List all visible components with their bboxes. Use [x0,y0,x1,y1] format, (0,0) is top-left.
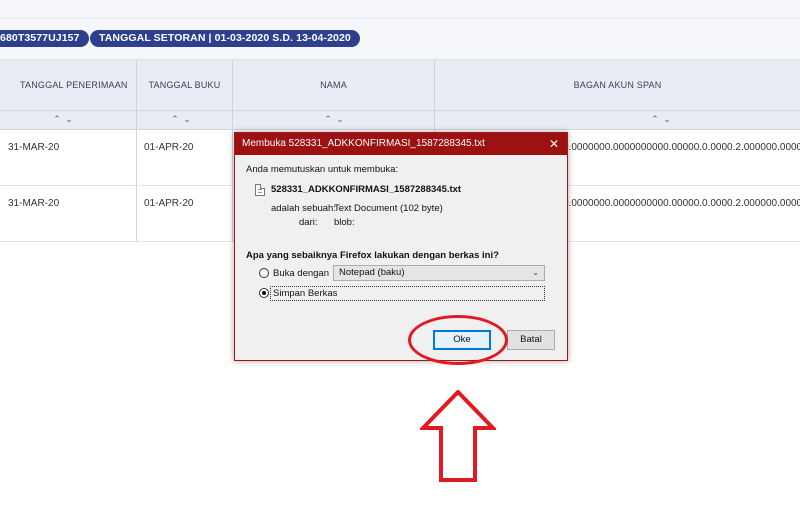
file-source-label: dari: [299,217,318,228]
file-type-value: Text Document (102 byte) [334,203,443,214]
cell-bagan-akun: 0.0000000.0000000000.00000.0.0000.2.0000… [563,198,800,209]
radio-save-file[interactable] [259,288,269,298]
radio-open-with[interactable] [259,268,269,278]
open-with-value: Notepad (baku) [339,267,405,278]
close-icon[interactable]: ✕ [541,133,567,155]
cell-tanggal-penerimaan: 31-MAR-20 [8,198,60,209]
column-header-bagan-akun-span[interactable]: BAGAN AKUN SPAN [435,60,800,111]
highlight-circle [408,315,508,365]
filter-chip-date-range[interactable]: TANGGAL SETORAN | 01-03-2020 S.D. 13-04-… [90,30,360,47]
sort-descending-icon[interactable]: ⌄ [661,114,673,125]
sort-ascending-icon[interactable]: ⌃ [649,114,661,125]
cancel-button[interactable]: Batal [507,330,555,350]
cell-tanggal-buku: 01-APR-20 [144,142,194,153]
sort-descending-icon[interactable]: ⌄ [181,114,193,125]
sort-descending-icon[interactable]: ⌄ [334,114,346,125]
file-source-value: blob: [334,217,355,228]
cell-tanggal-buku: 01-APR-20 [144,198,194,209]
file-name: 528331_ADKKONFIRMASI_1587288345.txt [271,184,462,195]
filter-chip-id[interactable]: 680T3577UJ157 [0,30,89,47]
column-header-tanggal-penerimaan[interactable]: TANGGAL PENERIMAAN [0,60,136,111]
dialog-question: Apa yang sebaiknya Firefox lakukan denga… [246,250,499,261]
download-dialog: Membuka 528331_ADKKONFIRMASI_1587288345.… [234,132,568,361]
cell-bagan-akun: 0.0000000.0000000000.00000.0.0000.2.0000… [563,142,800,153]
chevron-down-icon: ⌄ [532,268,539,277]
dialog-title: Membuka 528331_ADKKONFIRMASI_1587288345.… [235,133,567,155]
save-file-label[interactable]: Simpan Berkas [273,288,337,299]
column-header-nama[interactable]: NAMA [233,60,434,111]
up-arrow-icon [420,390,496,482]
cell-tanggal-penerimaan: 31-MAR-20 [8,142,60,153]
text-file-icon [255,184,265,196]
open-with-select[interactable]: Notepad (baku) ⌄ [333,265,545,281]
table-header: TANGGAL PENERIMAAN TANGGAL BUKU NAMA BAG… [0,60,800,111]
sort-ascending-icon[interactable]: ⌃ [51,114,63,125]
sort-row: ⌃ ⌄ ⌃ ⌄ ⌃ ⌄ ⌃ ⌄ [0,111,800,130]
open-with-label[interactable]: Buka dengan [273,268,329,279]
filter-bar: 680T3577UJ157 TANGGAL SETORAN | 01-03-20… [0,0,800,60]
sort-ascending-icon[interactable]: ⌃ [169,114,181,125]
dialog-intro: Anda memutuskan untuk membuka: [246,164,399,175]
column-header-tanggal-buku[interactable]: TANGGAL BUKU [137,60,232,111]
sort-ascending-icon[interactable]: ⌃ [322,114,334,125]
sort-descending-icon[interactable]: ⌄ [63,114,75,125]
file-type-label: adalah sebuah: [271,203,336,214]
divider [0,18,800,19]
